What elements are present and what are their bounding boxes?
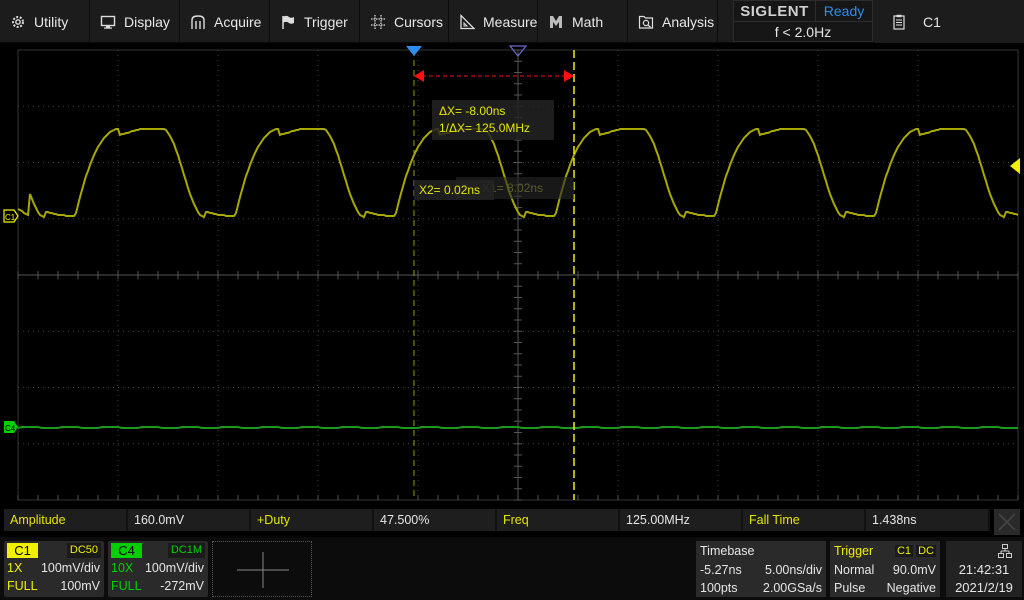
- trigger-coupling: DC: [916, 545, 936, 557]
- menu-analysis[interactable]: Analysis: [628, 0, 718, 43]
- menu-cursors-label: Cursors: [394, 13, 444, 30]
- timebase-box[interactable]: Timebase -5.27ns 5.00ns/div 100pts 2.00GSa…: [696, 541, 826, 597]
- menu-cursors[interactable]: Cursors: [360, 0, 449, 43]
- measurement-bar: Amplitude 160.0mV +Duty 47.500% Freq 125…: [4, 509, 990, 531]
- trigger-polarity: Negative: [886, 581, 936, 595]
- channel-c4-tag: C4: [111, 543, 142, 558]
- active-channel-label: C1: [923, 13, 941, 30]
- menu-acquire-label: Acquire: [214, 13, 262, 30]
- active-channel-indicator[interactable]: C1: [875, 0, 1024, 43]
- ruler-triangle-icon: [459, 13, 475, 30]
- menu-math-label: Math: [572, 13, 604, 30]
- trigger-mode: Normal: [834, 563, 875, 577]
- timebase-delay: -5.27ns: [700, 563, 742, 577]
- delta-x-value: ΔX= -8.00ns: [439, 104, 506, 118]
- magnifier-doc-icon: [638, 14, 654, 30]
- channel-c4-offset: -272mV: [160, 579, 204, 593]
- channel-c4-scale: 100mV/div: [144, 561, 204, 575]
- menu-display[interactable]: Display: [90, 0, 180, 43]
- close-icon: [998, 513, 1016, 531]
- clipboard-icon: [893, 14, 905, 30]
- measure-duty-value: 47.500%: [374, 509, 497, 531]
- timebase-title: Timebase: [700, 544, 755, 558]
- channel-c1-scale: 100mV/div: [40, 561, 100, 575]
- trigger-box[interactable]: Trigger C1 DC Normal 90.0mV Pulse Negative: [830, 541, 940, 597]
- trigger-title: Trigger: [834, 544, 874, 558]
- menu-utility[interactable]: Utility: [0, 0, 90, 43]
- timebase-scale: 5.00ns/div: [765, 563, 822, 577]
- add-channel-button[interactable]: [212, 541, 312, 597]
- timebase-points: 100pts: [700, 581, 738, 595]
- menu-acquire[interactable]: Acquire: [180, 0, 270, 43]
- measure-amplitude-label[interactable]: Amplitude: [4, 509, 128, 531]
- channel-c4-coupling: DC1M: [167, 543, 205, 558]
- channel-c4-marker-label: C4: [5, 424, 16, 433]
- channel-c4-bandwidth: FULL: [111, 579, 142, 593]
- timebase-sample-rate: 2.00GSa/s: [762, 581, 822, 595]
- measure-duty-label[interactable]: +Duty: [251, 509, 374, 531]
- waveform-display[interactable]: C1 C4 ΔX= -8.00ns 1/ΔX= 125.0MHz X1= 8.02…: [0, 44, 1024, 506]
- flag-icon: [280, 14, 296, 30]
- trigger-level: 90.0mV: [892, 563, 936, 577]
- clock-time: 21:42:31: [958, 562, 1010, 577]
- menu-trigger-label: Trigger: [304, 13, 348, 30]
- trigger-frequency: f < 2.0Hz: [774, 24, 832, 40]
- menu-trigger[interactable]: Trigger: [270, 0, 360, 43]
- channel-c1-tag: C1: [7, 543, 38, 558]
- menu-measure-label: Measure: [483, 13, 538, 30]
- measure-freq-value: 125.00MHz: [620, 509, 743, 531]
- cursor-arrow-left-icon: [414, 70, 424, 82]
- grid-hash-icon: [370, 14, 386, 30]
- channel-c1-probe: 1X: [7, 561, 23, 575]
- measure-amplitude-value: 160.0mV: [128, 509, 251, 531]
- menu-analysis-label: Analysis: [662, 13, 715, 30]
- monitor-icon: [100, 14, 116, 30]
- measure-falltime-label[interactable]: Fall Time: [743, 509, 866, 531]
- trigger-level-marker-icon: [1010, 158, 1020, 174]
- trigger-position-marker-icon: [406, 46, 422, 56]
- measure-freq-label[interactable]: Freq: [497, 509, 620, 531]
- channel-c1-offset: 100mV: [60, 579, 100, 593]
- close-measurements-button[interactable]: [994, 509, 1020, 535]
- trigger-type: Pulse: [834, 581, 866, 595]
- network-icon: [998, 544, 1012, 558]
- math-m-icon: [548, 14, 564, 30]
- channel-c4-trace: [17, 426, 1018, 429]
- cursor-delta-readout: ΔX= -8.00ns 1/ΔX= 125.0MHz: [432, 100, 554, 140]
- cursor-x2-readout: X2= 0.02ns: [414, 180, 494, 200]
- plus-icon: [237, 552, 289, 588]
- inverse-delta-x-value: 1/ΔX= 125.0MHz: [439, 121, 531, 135]
- menu-display-label: Display: [124, 13, 170, 30]
- bottom-status-bar: C1 DC50 1X 100mV/div FULL 100mV C4 DC1M 10…: [0, 537, 1024, 600]
- channel-c1-bandwidth: FULL: [7, 579, 38, 593]
- channel-c4-box[interactable]: C4 DC1M 10X 100mV/div FULL -272mV: [108, 541, 208, 597]
- trigger-source: C1: [894, 545, 914, 557]
- cursor-arrow-right-icon: [564, 70, 574, 82]
- gear-icon: [10, 14, 26, 30]
- menu-math[interactable]: Math: [538, 0, 628, 43]
- menu-utility-label: Utility: [34, 13, 69, 30]
- clock-date: 2021/2/19: [955, 580, 1013, 595]
- menu-measure[interactable]: Measure: [449, 0, 538, 43]
- acquire-icon: [190, 14, 206, 30]
- measure-falltime-value: 1.438ns: [866, 509, 990, 531]
- status-box: SIGLENT Ready f < 2.0Hz: [733, 0, 873, 42]
- channel-c1-box[interactable]: C1 DC50 1X 100mV/div FULL 100mV: [4, 541, 104, 597]
- clock-box: 21:42:31 2021/2/19: [946, 541, 1022, 597]
- acquisition-status: Ready: [823, 3, 865, 19]
- channel-c1-coupling: DC50: [66, 543, 101, 558]
- brand-logo: SIGLENT: [734, 1, 816, 21]
- channel-c1-marker-label: C1: [5, 213, 16, 222]
- channel-c4-probe: 10X: [111, 561, 134, 575]
